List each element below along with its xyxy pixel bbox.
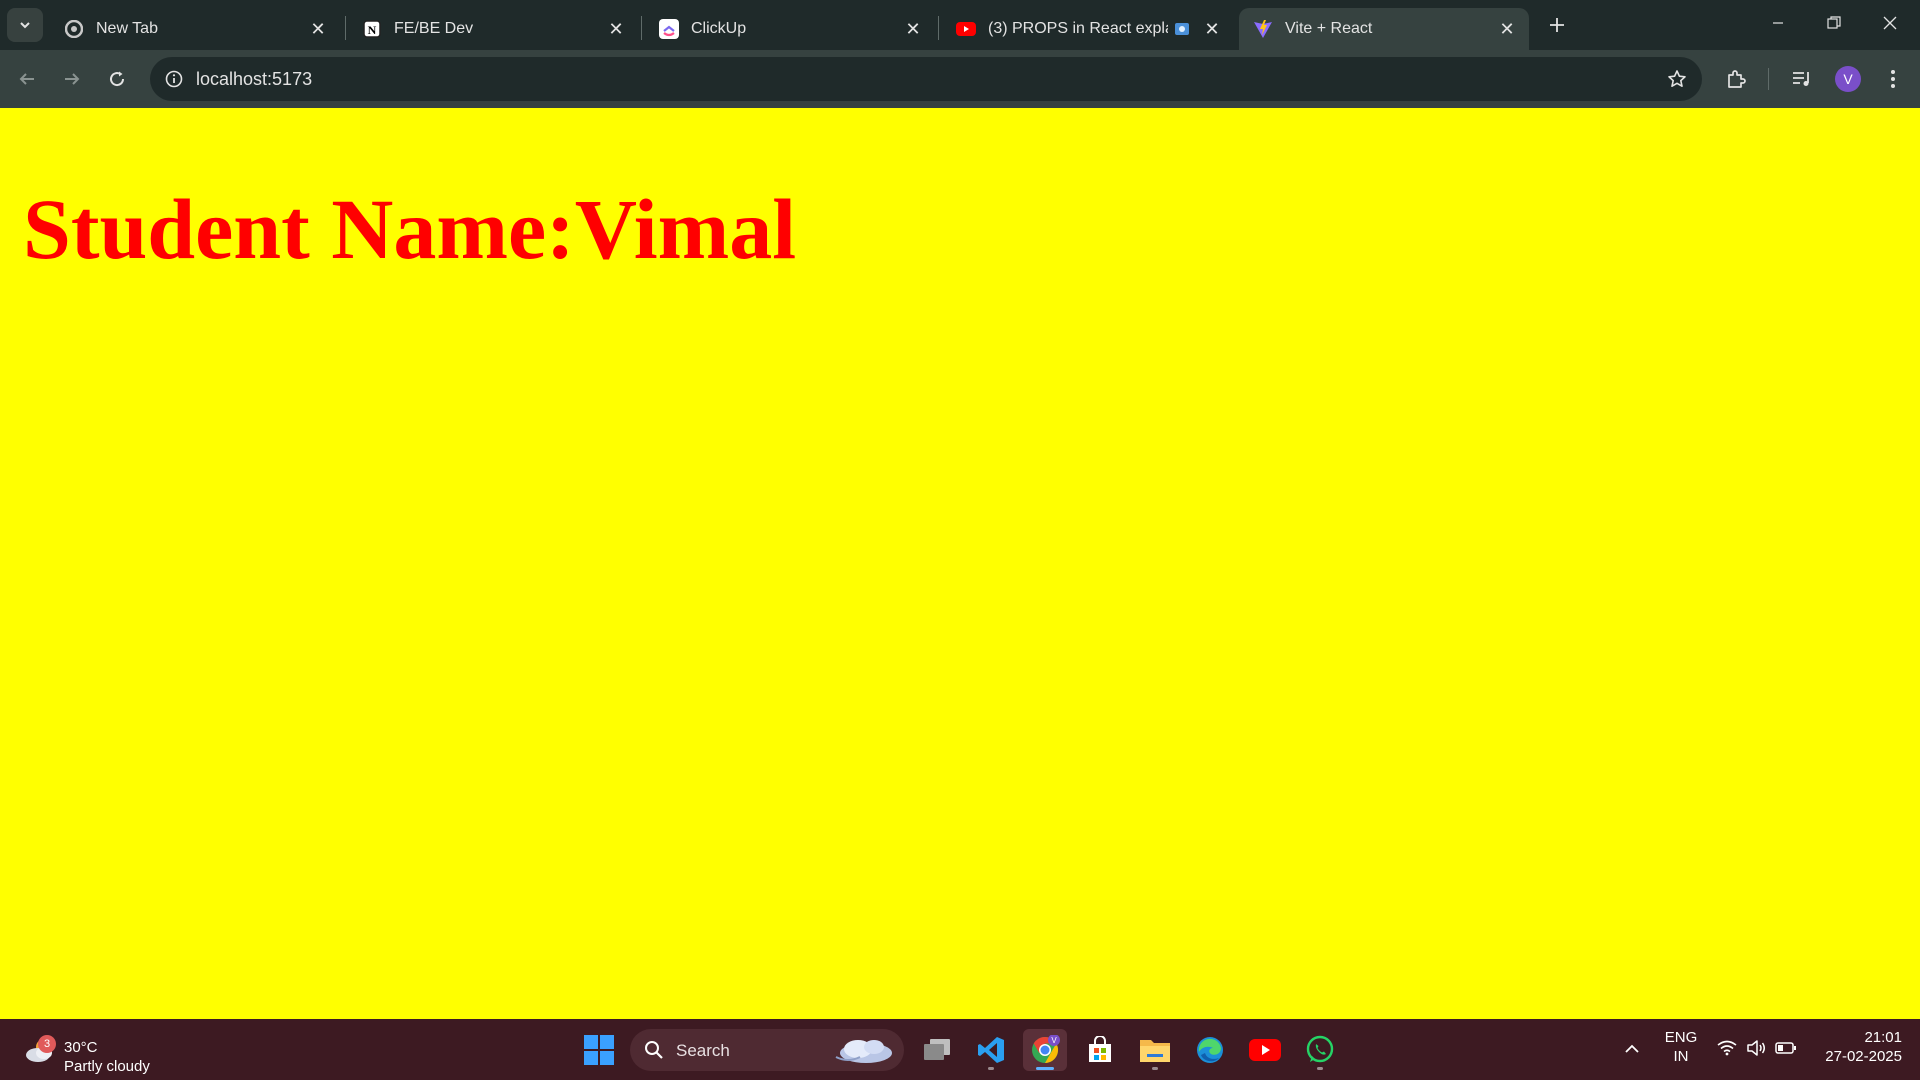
- svg-text:V: V: [1051, 1036, 1057, 1045]
- language-code: ENG: [1664, 1029, 1698, 1046]
- weather-temperature: 30°C: [64, 1039, 98, 1056]
- task-view-button[interactable]: [915, 1029, 959, 1071]
- plus-icon: [1550, 18, 1564, 32]
- clock-date: 27-02-2025: [1825, 1048, 1902, 1065]
- taskbar-app-microsoft-store[interactable]: [1078, 1029, 1122, 1071]
- toolbar-divider: [1768, 68, 1769, 90]
- whatsapp-icon: [1306, 1035, 1334, 1063]
- page-viewport: Student Name:Vimal: [0, 108, 1920, 1019]
- battery-icon[interactable]: [1774, 1037, 1798, 1059]
- tab-clickup[interactable]: ClickUp ✕: [645, 8, 935, 50]
- language-indicator[interactable]: ENG IN: [1660, 1029, 1702, 1065]
- close-window-button[interactable]: [1862, 0, 1918, 46]
- tab-title: FE/BE Dev: [394, 20, 474, 37]
- running-indicator: [1152, 1067, 1158, 1070]
- chrome-icon: [64, 19, 84, 39]
- tab-search-button[interactable]: [7, 8, 43, 42]
- new-tab-button[interactable]: [1543, 11, 1571, 39]
- menu-button[interactable]: [1877, 63, 1909, 95]
- windows-logo-icon: [584, 1035, 614, 1065]
- forward-button[interactable]: [54, 61, 90, 97]
- weather-badge: 3: [38, 1035, 56, 1053]
- bookmark-star-icon[interactable]: [1664, 66, 1690, 92]
- clock-time: 21:01: [1864, 1029, 1902, 1046]
- chevron-up-icon: [1625, 1044, 1639, 1053]
- arrow-left-icon: [19, 73, 34, 85]
- arrow-right-icon: [65, 73, 80, 85]
- weather-condition: Partly cloudy: [64, 1058, 150, 1075]
- microsoft-store-icon: [1089, 1036, 1111, 1062]
- extensions-icon[interactable]: [1720, 63, 1752, 95]
- minimize-icon: [1773, 22, 1783, 24]
- close-icon: [1883, 16, 1897, 30]
- tab-divider: [641, 16, 642, 40]
- close-icon[interactable]: ✕: [1200, 17, 1224, 41]
- tab-youtube-props[interactable]: (3) PROPS in React explained ✕: [942, 8, 1232, 50]
- taskbar-app-chrome[interactable]: V: [1023, 1029, 1067, 1071]
- address-bar[interactable]: localhost:5173: [150, 57, 1702, 101]
- url-text[interactable]: localhost:5173: [196, 69, 312, 90]
- reload-icon: [110, 71, 125, 87]
- running-indicator: [1317, 1067, 1323, 1070]
- tab-new-tab[interactable]: New Tab ✕: [50, 8, 340, 50]
- chevron-down-icon: [20, 22, 30, 29]
- vite-icon: [1253, 19, 1273, 39]
- windows-taskbar: 3 30°C Partly cloudy Search V ENG IN 21:…: [0, 1019, 1920, 1080]
- site-info-icon[interactable]: [160, 65, 188, 93]
- start-button[interactable]: [577, 1029, 621, 1071]
- profile-avatar[interactable]: V: [1832, 63, 1864, 95]
- close-icon[interactable]: ✕: [1495, 17, 1519, 41]
- taskbar-app-whatsapp[interactable]: [1298, 1029, 1342, 1071]
- weather-widget[interactable]: 3 30°C Partly cloudy: [20, 1027, 180, 1075]
- youtube-icon: [1249, 1039, 1281, 1061]
- taskbar-app-file-explorer[interactable]: [1133, 1029, 1177, 1071]
- taskbar-search-label: Search: [676, 1041, 730, 1060]
- tab-divider: [345, 16, 346, 40]
- tab-fe-be-dev[interactable]: N FE/BE Dev ✕: [348, 8, 638, 50]
- wifi-icon[interactable]: [1716, 1037, 1738, 1059]
- running-indicator: [988, 1067, 994, 1070]
- media-playing-icon: [1172, 19, 1192, 39]
- browser-toolbar: localhost:5173 V: [0, 50, 1920, 108]
- tab-title: Vite + React: [1285, 20, 1373, 37]
- tab-title: ClickUp: [691, 20, 747, 37]
- avatar: V: [1835, 66, 1861, 92]
- close-icon[interactable]: ✕: [604, 17, 628, 41]
- folder-icon: [1140, 1040, 1170, 1062]
- back-button[interactable]: [9, 61, 45, 97]
- tab-vite-react[interactable]: Vite + React ✕: [1239, 8, 1529, 50]
- search-icon: [645, 1041, 663, 1059]
- clickup-icon: [659, 19, 679, 39]
- tab-title: (3) PROPS in React explained: [988, 20, 1168, 37]
- taskbar-app-edge[interactable]: [1188, 1029, 1232, 1071]
- svg-text:N: N: [368, 23, 377, 37]
- chrome-icon: V: [1032, 1035, 1060, 1064]
- volume-icon[interactable]: [1745, 1037, 1767, 1059]
- show-hidden-icons-button[interactable]: [1620, 1037, 1644, 1061]
- notion-icon: N: [362, 19, 382, 39]
- youtube-icon: [956, 19, 976, 39]
- region-code: IN: [1673, 1048, 1689, 1065]
- reload-button[interactable]: [99, 61, 135, 97]
- active-indicator: [1036, 1067, 1054, 1070]
- student-name-heading: Student Name:Vimal: [23, 181, 797, 277]
- tab-divider: [938, 16, 939, 40]
- close-icon[interactable]: ✕: [901, 17, 925, 41]
- edge-icon: [1197, 1037, 1223, 1063]
- media-control-icon[interactable]: [1786, 63, 1818, 95]
- vscode-icon: [978, 1037, 1004, 1063]
- task-view-icon: [924, 1039, 950, 1060]
- tab-title: New Tab: [96, 20, 158, 37]
- taskbar-search[interactable]: Search: [630, 1029, 904, 1071]
- more-vertical-icon: [1891, 70, 1895, 88]
- taskbar-app-youtube[interactable]: [1243, 1029, 1287, 1071]
- restore-icon: [1827, 16, 1841, 29]
- minimize-button[interactable]: [1750, 0, 1806, 46]
- tab-strip: New Tab ✕ N FE/BE Dev ✕ ClickUp ✕ (3) PR…: [0, 0, 1920, 50]
- restore-button[interactable]: [1806, 0, 1862, 46]
- clock[interactable]: 21:01 27-02-2025: [1812, 1029, 1902, 1065]
- taskbar-app-vscode[interactable]: [969, 1029, 1013, 1071]
- search-highlight-icon: [835, 1040, 892, 1063]
- close-icon[interactable]: ✕: [306, 17, 330, 41]
